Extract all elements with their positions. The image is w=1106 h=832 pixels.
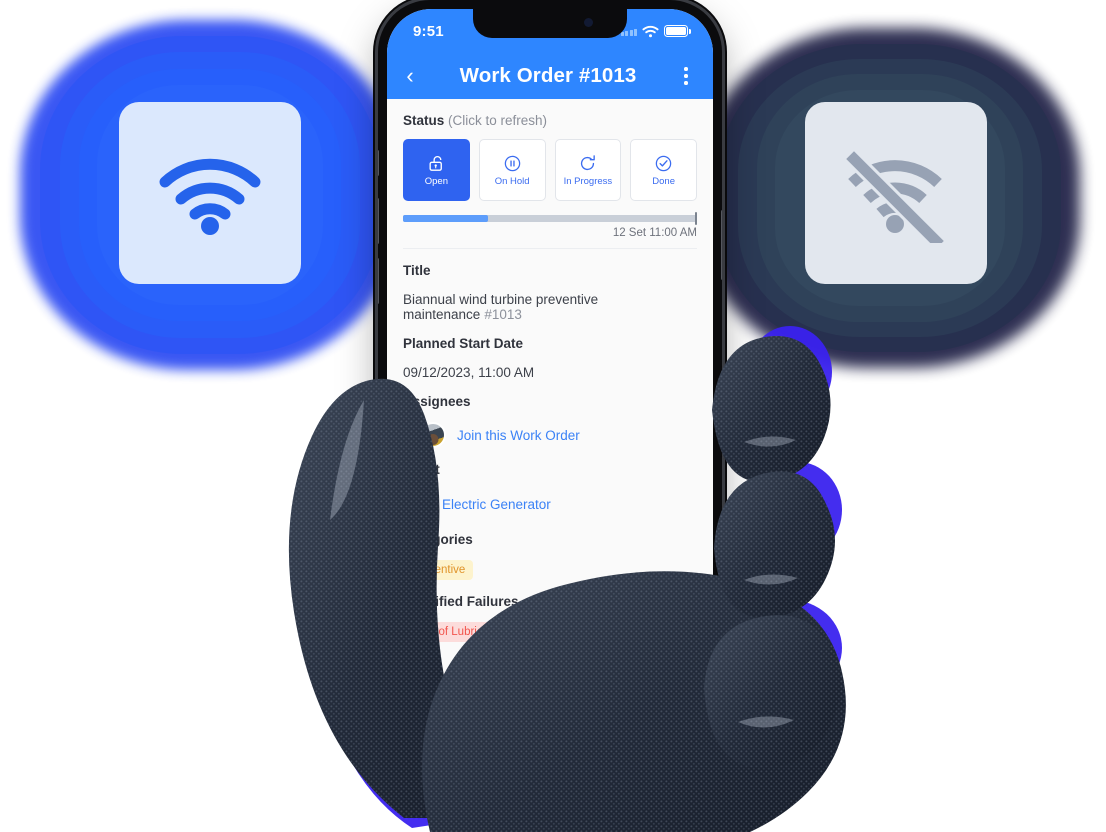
back-button[interactable]: ‹ [397,65,423,87]
offline-badge-tile [805,102,987,284]
phone-screen: 9:51 ‹ Work Order #1013 Status (Click to… [387,9,713,711]
status-option-open[interactable]: Open [403,139,470,201]
avatar [420,422,446,448]
failure-chips: Lack of Lubrication Mechanical Looseness [403,622,697,642]
status-option-label: Open [424,175,448,187]
status-option-label: In Progress [563,175,613,187]
work-order-id: #1013 [484,307,522,322]
planned-start-field: Planned Start Date 09/12/2023, 11:00 AM [403,336,697,380]
assignees-field: Assignees Join this Work Order [403,394,697,448]
category-chip[interactable]: Preventive [403,560,474,580]
tags-label: Tags [403,656,434,671]
planned-start-value: 09/12/2023, 11:00 AM [403,365,535,380]
failure-chip[interactable]: Mechanical Looseness [524,622,658,642]
app-bar: ‹ Work Order #1013 [387,53,713,99]
progress-endcap [694,212,697,225]
status-section-label: Status (Click to refresh) [403,113,548,128]
cube-icon [403,490,431,518]
status-option-in-progress[interactable]: In Progress [554,139,622,201]
wifi-off-icon [846,151,944,243]
planned-start-label: Planned Start Date [403,336,524,351]
assignees-label: Assignees [403,394,471,409]
status-progress: 12 Set 11:00 AM [403,212,697,239]
phone-device: 9:51 ‹ Work Order #1013 Status (Click to… [378,0,722,716]
join-work-order-link[interactable]: Join this Work Order [457,428,580,443]
status-bar-time: 9:51 [413,22,444,40]
identified-failures-field: Identified Failures Lack of Lubrication … [403,594,697,642]
open-padlock-icon [429,155,442,171]
refresh-arrow-icon [581,154,596,170]
assignees-row: Join this Work Order [403,422,697,448]
status-options: Open On Hold In Progress Done [403,139,697,201]
title-value: Biannual wind turbine preventive mainten… [403,292,697,322]
title-label: Title [403,263,431,278]
categories-label: Categories [403,532,473,547]
status-option-on-hold[interactable]: On Hold [478,139,546,201]
screenshot-stage: 9:51 ‹ Work Order #1013 Status (Click to… [0,0,1106,832]
page-title: Work Order #1013 [459,64,637,87]
battery-full-icon [664,25,691,37]
title-field: Title Biannual wind turbine preventive m… [403,263,697,322]
asset-label: Asset [403,462,440,477]
asset-row[interactable]: Electric Generator [403,490,697,518]
status-option-label: Done [652,175,675,187]
front-camera [584,18,593,27]
tags-field: Tags [403,656,697,671]
pause-circle-icon [504,155,520,171]
divider [403,248,697,249]
status-option-done[interactable]: Done [630,139,697,201]
check-circle-icon [655,155,672,171]
asset-value[interactable]: Electric Generator [442,497,551,512]
status-option-label: On Hold [494,175,530,187]
work-order-content: Status (Click to refresh) Open On Hold I… [387,99,713,711]
identified-failures-label: Identified Failures [403,594,519,609]
progress-date: 12 Set 11:00 AM [612,227,697,239]
failure-chip[interactable]: Lack of Lubrication [403,622,516,642]
asset-field: Asset Electric Generator [403,462,697,518]
wifi-icon [642,25,659,37]
online-badge-tile [119,102,301,284]
kebab-menu-icon[interactable] [673,67,699,85]
categories-chips: Preventive [403,560,697,580]
avatar-group[interactable] [403,422,447,448]
progress-track [403,212,697,225]
progress-fill [403,215,489,222]
notch [473,9,627,38]
wifi-icon [159,158,261,235]
status-refresh-hint: (Click to refresh) [448,113,548,128]
status-bar: 9:51 [387,9,713,53]
categories-field: Categories Preventive [403,532,697,580]
